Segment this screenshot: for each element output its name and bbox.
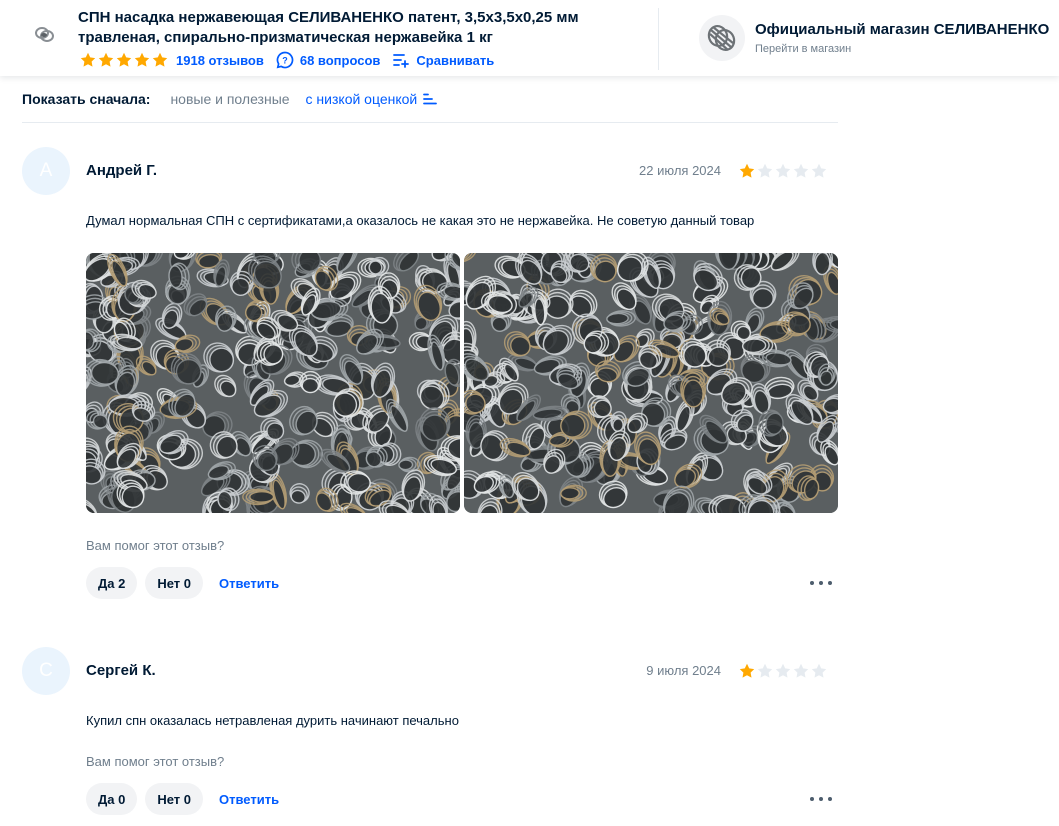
star-empty-icon	[811, 163, 827, 178]
sort-order-icon	[423, 93, 438, 105]
more-options-icon[interactable]	[810, 792, 832, 806]
review-text: Купил спн оказалась нетравленая дурить н…	[86, 713, 459, 728]
sort-option-low-rating-label: с низкой оценкой	[305, 91, 418, 107]
review-date: 9 июля 2024	[646, 663, 721, 678]
review-date: 22 июля 2024	[639, 163, 721, 178]
star-filled-icon	[80, 52, 96, 67]
star-filled-icon	[739, 163, 755, 178]
star-filled-icon	[116, 52, 132, 67]
questions-count-label: 68 вопросов	[299, 52, 381, 68]
review-photos	[86, 253, 838, 513]
star-empty-icon	[793, 163, 809, 178]
header-divider	[658, 8, 659, 70]
product-header: СПН насадка нержавеющая СЕЛИВАНЕНКО пате…	[0, 0, 1059, 76]
product-rating-stars	[80, 52, 168, 68]
helpful-question: Вам помог этот отзыв?	[86, 754, 225, 769]
sort-bar: Показать сначала: новые и полезные с низ…	[22, 91, 838, 123]
review-author: Сергей К.	[86, 662, 156, 679]
reviews-count-label: 1918 отзывов	[176, 52, 264, 68]
star-empty-icon	[811, 663, 827, 678]
review-rating-stars	[739, 663, 827, 679]
shop-name[interactable]: Официальный магазин СЕЛИВАНЕНКО	[755, 21, 1049, 38]
helpful-question: Вам помог этот отзыв?	[86, 538, 225, 553]
svg-text:?: ?	[282, 56, 288, 66]
sort-label: Показать сначала:	[22, 91, 151, 107]
review-author: Андрей Г.	[86, 162, 158, 179]
star-filled-icon	[152, 52, 168, 67]
star-empty-icon	[775, 163, 791, 178]
reply-link[interactable]: Ответить	[219, 576, 279, 591]
sort-option-new-useful[interactable]: новые и полезные	[170, 91, 289, 107]
review-card: С Сергей К. 9 июля 2024 Купил спн оказал…	[22, 647, 838, 826]
coil-photo-image	[464, 253, 838, 513]
star-filled-icon	[134, 52, 150, 67]
compare-link[interactable]: Сравнивать	[392, 52, 494, 68]
questions-link[interactable]: ? 68 вопросов	[276, 51, 381, 69]
review-actions: Да 2 Нет 0 Ответить	[86, 567, 279, 599]
helpful-yes-button[interactable]: Да 2	[86, 567, 138, 599]
question-bubble-icon: ?	[276, 51, 294, 69]
review-card: А Андрей Г. 22 июля 2024 Думал нормальна…	[22, 147, 838, 607]
reply-link[interactable]: Ответить	[219, 792, 279, 807]
avatar: С	[22, 647, 70, 695]
avatar: А	[22, 147, 70, 195]
review-actions: Да 0 Нет 0 Ответить	[86, 783, 279, 815]
star-filled-icon	[98, 52, 114, 67]
helpful-no-button[interactable]: Нет 0	[145, 567, 203, 599]
helpful-no-button[interactable]: Нет 0	[145, 783, 203, 815]
star-empty-icon	[757, 663, 773, 678]
star-empty-icon	[775, 663, 791, 678]
review-photo[interactable]	[464, 253, 838, 513]
star-filled-icon	[739, 663, 755, 678]
star-empty-icon	[757, 163, 773, 178]
shop-logo[interactable]	[699, 15, 745, 61]
product-meta-row: 1918 отзывов ? 68 вопросов Сравнивать	[80, 51, 506, 69]
compare-add-icon	[393, 54, 410, 68]
review-photo[interactable]	[86, 253, 460, 513]
product-title[interactable]: СПН насадка нержавеющая СЕЛИВАНЕНКО пате…	[78, 8, 638, 48]
coil-photo-image	[86, 253, 460, 513]
sort-option-low-rating[interactable]: с низкой оценкой	[306, 91, 438, 107]
star-empty-icon	[793, 663, 809, 678]
compare-label: Сравнивать	[416, 52, 495, 68]
review-rating-stars	[739, 163, 827, 179]
reviews-count-link[interactable]: 1918 отзывов	[176, 53, 264, 68]
more-options-icon[interactable]	[810, 576, 832, 590]
review-text: Думал нормальная СПН с сертификатами,а о…	[86, 213, 755, 228]
go-to-shop-link[interactable]: Перейти в магазин	[755, 43, 851, 55]
helpful-yes-button[interactable]: Да 0	[86, 783, 138, 815]
product-thumbnail[interactable]	[30, 20, 60, 50]
